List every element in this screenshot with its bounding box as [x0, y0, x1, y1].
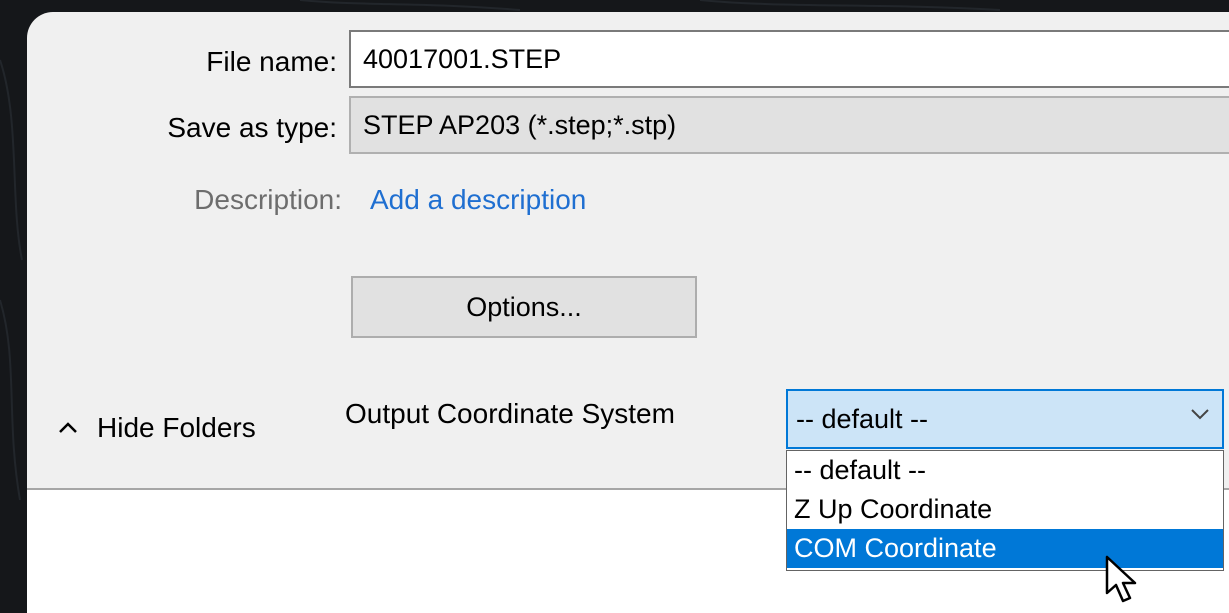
output-coordinate-system-combo[interactable]: -- default -- — [786, 389, 1224, 449]
chevron-down-icon[interactable] — [1188, 404, 1212, 424]
hide-folders-toggle[interactable]: Hide Folders — [57, 412, 256, 444]
save-as-type-select[interactable]: STEP AP203 (*.step;*.stp) — [349, 96, 1229, 154]
options-button[interactable]: Options... — [351, 276, 697, 338]
save-as-dialog: File name: 40017001.STEP Save as type: S… — [27, 12, 1229, 613]
file-name-input[interactable]: 40017001.STEP — [349, 30, 1229, 88]
combo-selected-value: -- default -- — [796, 403, 929, 434]
dropdown-option-z-up[interactable]: Z Up Coordinate — [787, 490, 1223, 529]
coordinate-dropdown-list: -- default -- Z Up Coordinate COM Coordi… — [786, 450, 1224, 571]
dropdown-option-com[interactable]: COM Coordinate — [787, 529, 1223, 568]
add-description-link[interactable]: Add a description — [370, 184, 586, 216]
output-coordinate-system-label: Output Coordinate System — [345, 398, 675, 429]
file-name-label: File name: — [206, 46, 337, 77]
dropdown-option-default[interactable]: -- default -- — [787, 451, 1223, 490]
mouse-pointer-icon — [1105, 555, 1137, 603]
description-label: Description: — [194, 184, 342, 215]
save-as-type-label: Save as type: — [167, 112, 337, 143]
chevron-up-icon — [59, 422, 77, 433]
hide-folders-label: Hide Folders — [97, 412, 256, 443]
